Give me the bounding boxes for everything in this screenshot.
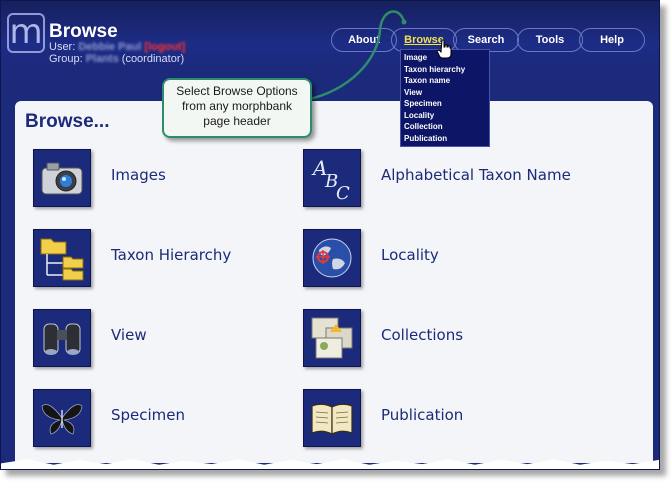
taxon-hierarchy-label[interactable]: Taxon Hierarchy (111, 246, 231, 264)
view-label[interactable]: View (111, 326, 147, 344)
page-title: Browse (49, 21, 118, 42)
browse-images-item[interactable]: Images (33, 149, 263, 209)
globe-icon[interactable] (303, 229, 361, 287)
browse-collections-item[interactable]: Collections (303, 309, 633, 369)
locality-label[interactable]: Locality (381, 246, 439, 264)
group-name: Plants (85, 53, 119, 65)
logout-link[interactable]: [logout] (144, 41, 185, 53)
group-line: Group: Plants (coordinator) (49, 53, 184, 65)
nav-about[interactable]: About (331, 28, 397, 52)
user-line: User: Debbie Paul [logout] (49, 41, 185, 53)
abc-letters-icon[interactable]: A B C (303, 149, 361, 207)
dropdown-item-taxon-hierarchy[interactable]: Taxon hierarchy (404, 64, 486, 76)
dropdown-item-collection[interactable]: Collection (404, 121, 486, 133)
dropdown-item-locality[interactable]: Locality (404, 110, 486, 122)
nav-tools[interactable]: Tools (517, 28, 583, 52)
folder-tree-icon[interactable] (33, 229, 91, 287)
browse-taxon-hierarchy-item[interactable]: Taxon Hierarchy (33, 229, 263, 289)
group-role: (coordinator) (121, 53, 185, 65)
collections-label[interactable]: Collections (381, 326, 463, 344)
hand-pointer-icon (437, 39, 452, 59)
images-label[interactable]: Images (111, 166, 166, 184)
dropdown-item-view[interactable]: View (404, 87, 486, 99)
dropdown-item-specimen[interactable]: Specimen (404, 98, 486, 110)
browse-view-item[interactable]: View (33, 309, 263, 369)
publication-label[interactable]: Publication (381, 406, 463, 424)
svg-text:C: C (336, 183, 350, 201)
user-name: Debbie Paul (78, 41, 142, 53)
group-label: Group: (49, 53, 83, 65)
browse-panel: Browse... Images A B C Alphabetical Taxo… (15, 101, 653, 463)
browse-dropdown-menu: Image Taxon hierarchy Taxon name View Sp… (400, 49, 490, 147)
browse-taxon-name-item[interactable]: A B C Alphabetical Taxon Name (303, 149, 633, 209)
butterfly-icon[interactable] (33, 389, 91, 447)
specimen-label[interactable]: Specimen (111, 406, 185, 424)
user-label: User: (49, 41, 76, 53)
browse-heading: Browse... (25, 111, 110, 132)
browse-specimen-item[interactable]: Specimen (33, 389, 263, 449)
browse-locality-item[interactable]: Locality (303, 229, 633, 289)
alphabetical-taxon-name-label[interactable]: Alphabetical Taxon Name (381, 166, 571, 184)
binoculars-icon[interactable] (33, 309, 91, 367)
camera-icon[interactable] (33, 149, 91, 207)
morphbank-logo-icon[interactable]: m (7, 13, 45, 53)
browse-publication-item[interactable]: Publication (303, 389, 633, 449)
collection-icon[interactable] (303, 309, 361, 367)
dropdown-item-taxon-name[interactable]: Taxon name (404, 75, 486, 87)
browse-page-window: m Browse User: Debbie Paul [logout] Grou… (0, 0, 660, 470)
nav-help[interactable]: Help (579, 28, 645, 52)
callout-tooltip: Select Browse Options from any morphbank… (162, 78, 312, 138)
book-icon[interactable] (303, 389, 361, 447)
dropdown-item-publication[interactable]: Publication (404, 133, 486, 145)
page-header: m Browse User: Debbie Paul [logout] Grou… (1, 1, 659, 73)
